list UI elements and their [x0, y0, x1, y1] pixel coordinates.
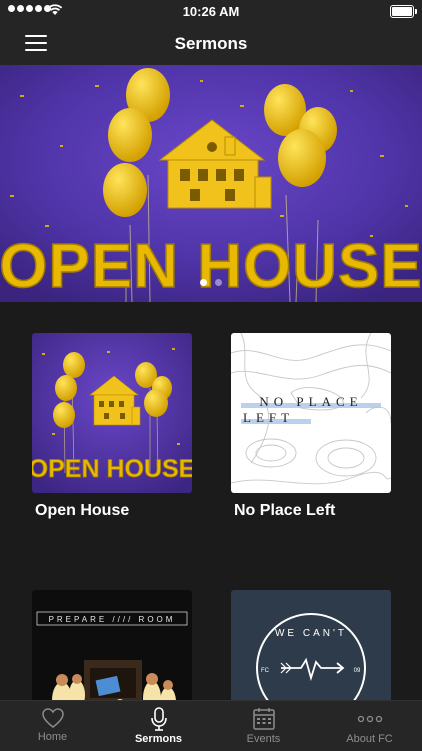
microphone-icon — [150, 707, 167, 731]
tab-events[interactable]: Events — [211, 701, 316, 751]
sermon-card-we-cant[interactable]: WE CAN'T FC 09 — [231, 590, 391, 700]
tab-label: Sermons — [134, 733, 183, 745]
more-dots-icon — [357, 715, 382, 723]
sermon-card-open-house[interactable]: OPEN HOUSE Open House — [32, 333, 192, 520]
artwork-text: 09 — [354, 668, 361, 674]
banner-title: OPEN HOUSE — [0, 232, 422, 301]
artwork-text: NO PLACE — [259, 394, 362, 409]
featured-sermon-banner[interactable]: OPEN HOUSE — [0, 65, 422, 302]
status-time: 10:26 AM — [182, 4, 240, 19]
tab-label: Events — [246, 733, 281, 745]
sermon-card-prepare-room[interactable]: PREPARE //// ROOM — [32, 590, 192, 700]
tab-label: Home — [37, 731, 68, 743]
heart-icon — [41, 708, 64, 728]
sermon-title: No Place Left — [234, 502, 336, 519]
open-house-artwork: OPEN HOUSE — [0, 65, 422, 302]
tab-sermons[interactable]: Sermons — [106, 701, 211, 751]
sermon-artwork: NO PLACE LEFT — [231, 333, 391, 493]
status-bar: 10:26 AM — [0, 0, 422, 22]
navigation-bar: Sermons — [0, 22, 422, 65]
artwork-text: LEFT — [243, 410, 294, 425]
sermon-title: Open House — [35, 502, 130, 519]
battery-icon — [390, 5, 417, 18]
carousel-page-indicator — [0, 279, 422, 286]
artwork-text: OPEN HOUSE — [32, 455, 192, 483]
artwork-text: FC — [261, 668, 270, 674]
sermon-artwork: OPEN HOUSE — [32, 333, 192, 493]
sermon-card-no-place-left[interactable]: NO PLACE LEFT No Place Left — [231, 333, 391, 520]
tab-label: About FC — [346, 733, 393, 745]
page-dot — [200, 279, 207, 286]
page-title: Sermons — [174, 34, 248, 53]
calendar-icon — [252, 708, 275, 730]
tab-about[interactable]: About FC — [317, 701, 422, 751]
tab-bar: Home Sermons Events About FC — [0, 700, 422, 751]
page-dot — [215, 279, 222, 286]
sermon-grid: OPEN HOUSE Open House NO PLACE LEFT No P… — [0, 302, 422, 700]
sermon-artwork: PREPARE //// ROOM — [32, 590, 192, 700]
sermon-artwork: WE CAN'T FC 09 — [231, 590, 391, 700]
artwork-text: PREPARE //// ROOM — [49, 615, 176, 624]
artwork-text: WE CAN'T — [275, 628, 347, 639]
tab-home[interactable]: Home — [0, 701, 105, 751]
